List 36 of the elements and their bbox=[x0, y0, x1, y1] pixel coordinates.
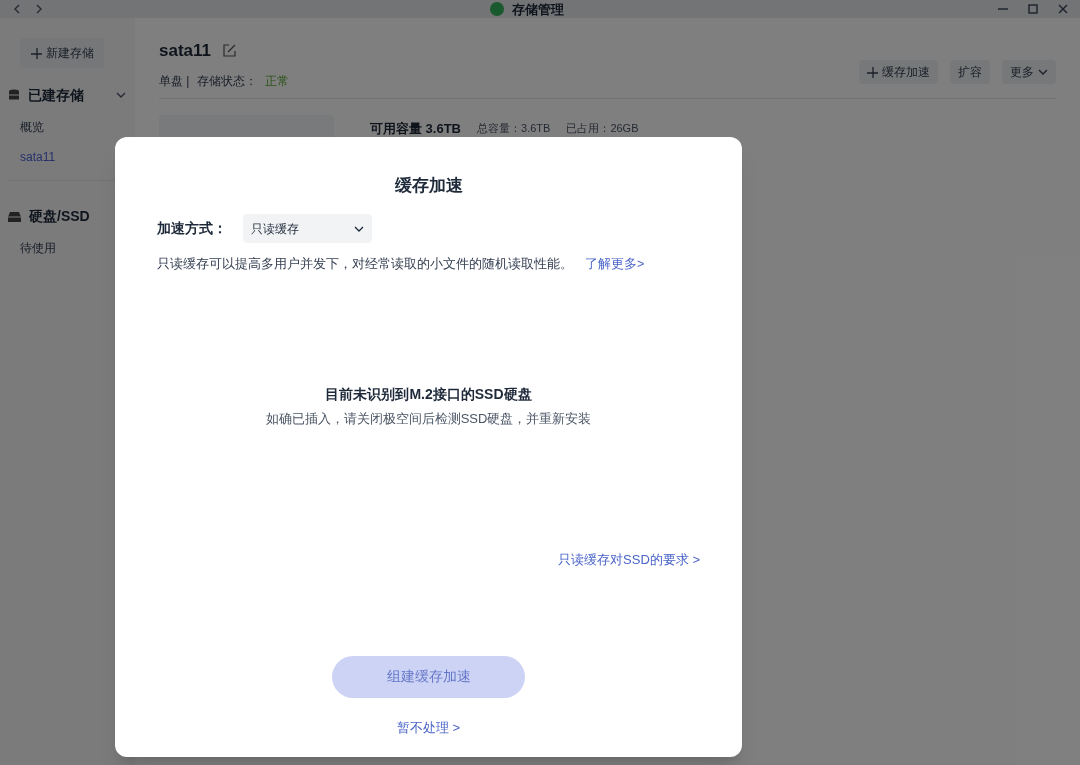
toolbar-button[interactable]: 更多 bbox=[1002, 60, 1056, 84]
storage-type: 单盘 | bbox=[159, 72, 190, 90]
back-icon bbox=[12, 4, 22, 14]
sidebar-item[interactable]: 概览 bbox=[8, 118, 127, 134]
empty-state-hint: 如确已插入，请关闭极空间后检测SSD硬盘，并重新安装 bbox=[265, 409, 592, 428]
chevron-down-icon bbox=[1038, 67, 1048, 77]
app-logo-icon bbox=[490, 2, 504, 16]
window-title: 存储管理 bbox=[512, 2, 564, 16]
skip-link[interactable]: 暂不处理 > bbox=[396, 717, 461, 738]
sidebar-group-header[interactable]: 硬盘/SSD bbox=[0, 205, 135, 227]
requirements-link[interactable]: 只读缓存对SSD的要求 > bbox=[558, 550, 700, 570]
edit-icon bbox=[223, 44, 236, 58]
description-text: 只读缓存可以提高多用户并发下，对经常读取的小文件的随机读取性能。 bbox=[157, 256, 573, 273]
database-icon bbox=[8, 89, 20, 101]
toolbar-button[interactable]: 扩容 bbox=[950, 60, 990, 84]
status-label: 存储状态： bbox=[197, 72, 258, 90]
new-storage-button[interactable]: 新建存储 bbox=[20, 38, 104, 68]
sidebar-group-header[interactable]: 已建存储 bbox=[0, 84, 135, 106]
used-capacity: 已占用：26GB bbox=[566, 121, 639, 137]
plus-icon bbox=[30, 47, 42, 59]
mode-label: 加速方式： bbox=[157, 219, 227, 238]
learn-more-link[interactable]: 了解更多> bbox=[585, 255, 645, 274]
total-capacity: 总容量：3.6TB bbox=[477, 121, 551, 137]
status-value: 正常 bbox=[265, 72, 290, 90]
toolbar-button[interactable]: 缓存加速 bbox=[859, 60, 938, 84]
forward-icon bbox=[34, 4, 44, 14]
dialog-title: 缓存加速 bbox=[394, 177, 463, 194]
close-icon bbox=[1058, 4, 1068, 14]
minimize-icon bbox=[998, 8, 1008, 10]
build-cache-button: 组建缓存加速 bbox=[332, 655, 525, 698]
mode-select[interactable]: 只读缓存 bbox=[243, 214, 372, 243]
maximize-icon bbox=[1028, 4, 1038, 14]
empty-state-title: 目前未识别到M.2接口的SSD硬盘 bbox=[325, 384, 532, 404]
available-capacity: 可用容量 3.6TB bbox=[370, 119, 461, 138]
storage-name: sata11 bbox=[159, 40, 211, 62]
plus-icon bbox=[867, 66, 878, 78]
